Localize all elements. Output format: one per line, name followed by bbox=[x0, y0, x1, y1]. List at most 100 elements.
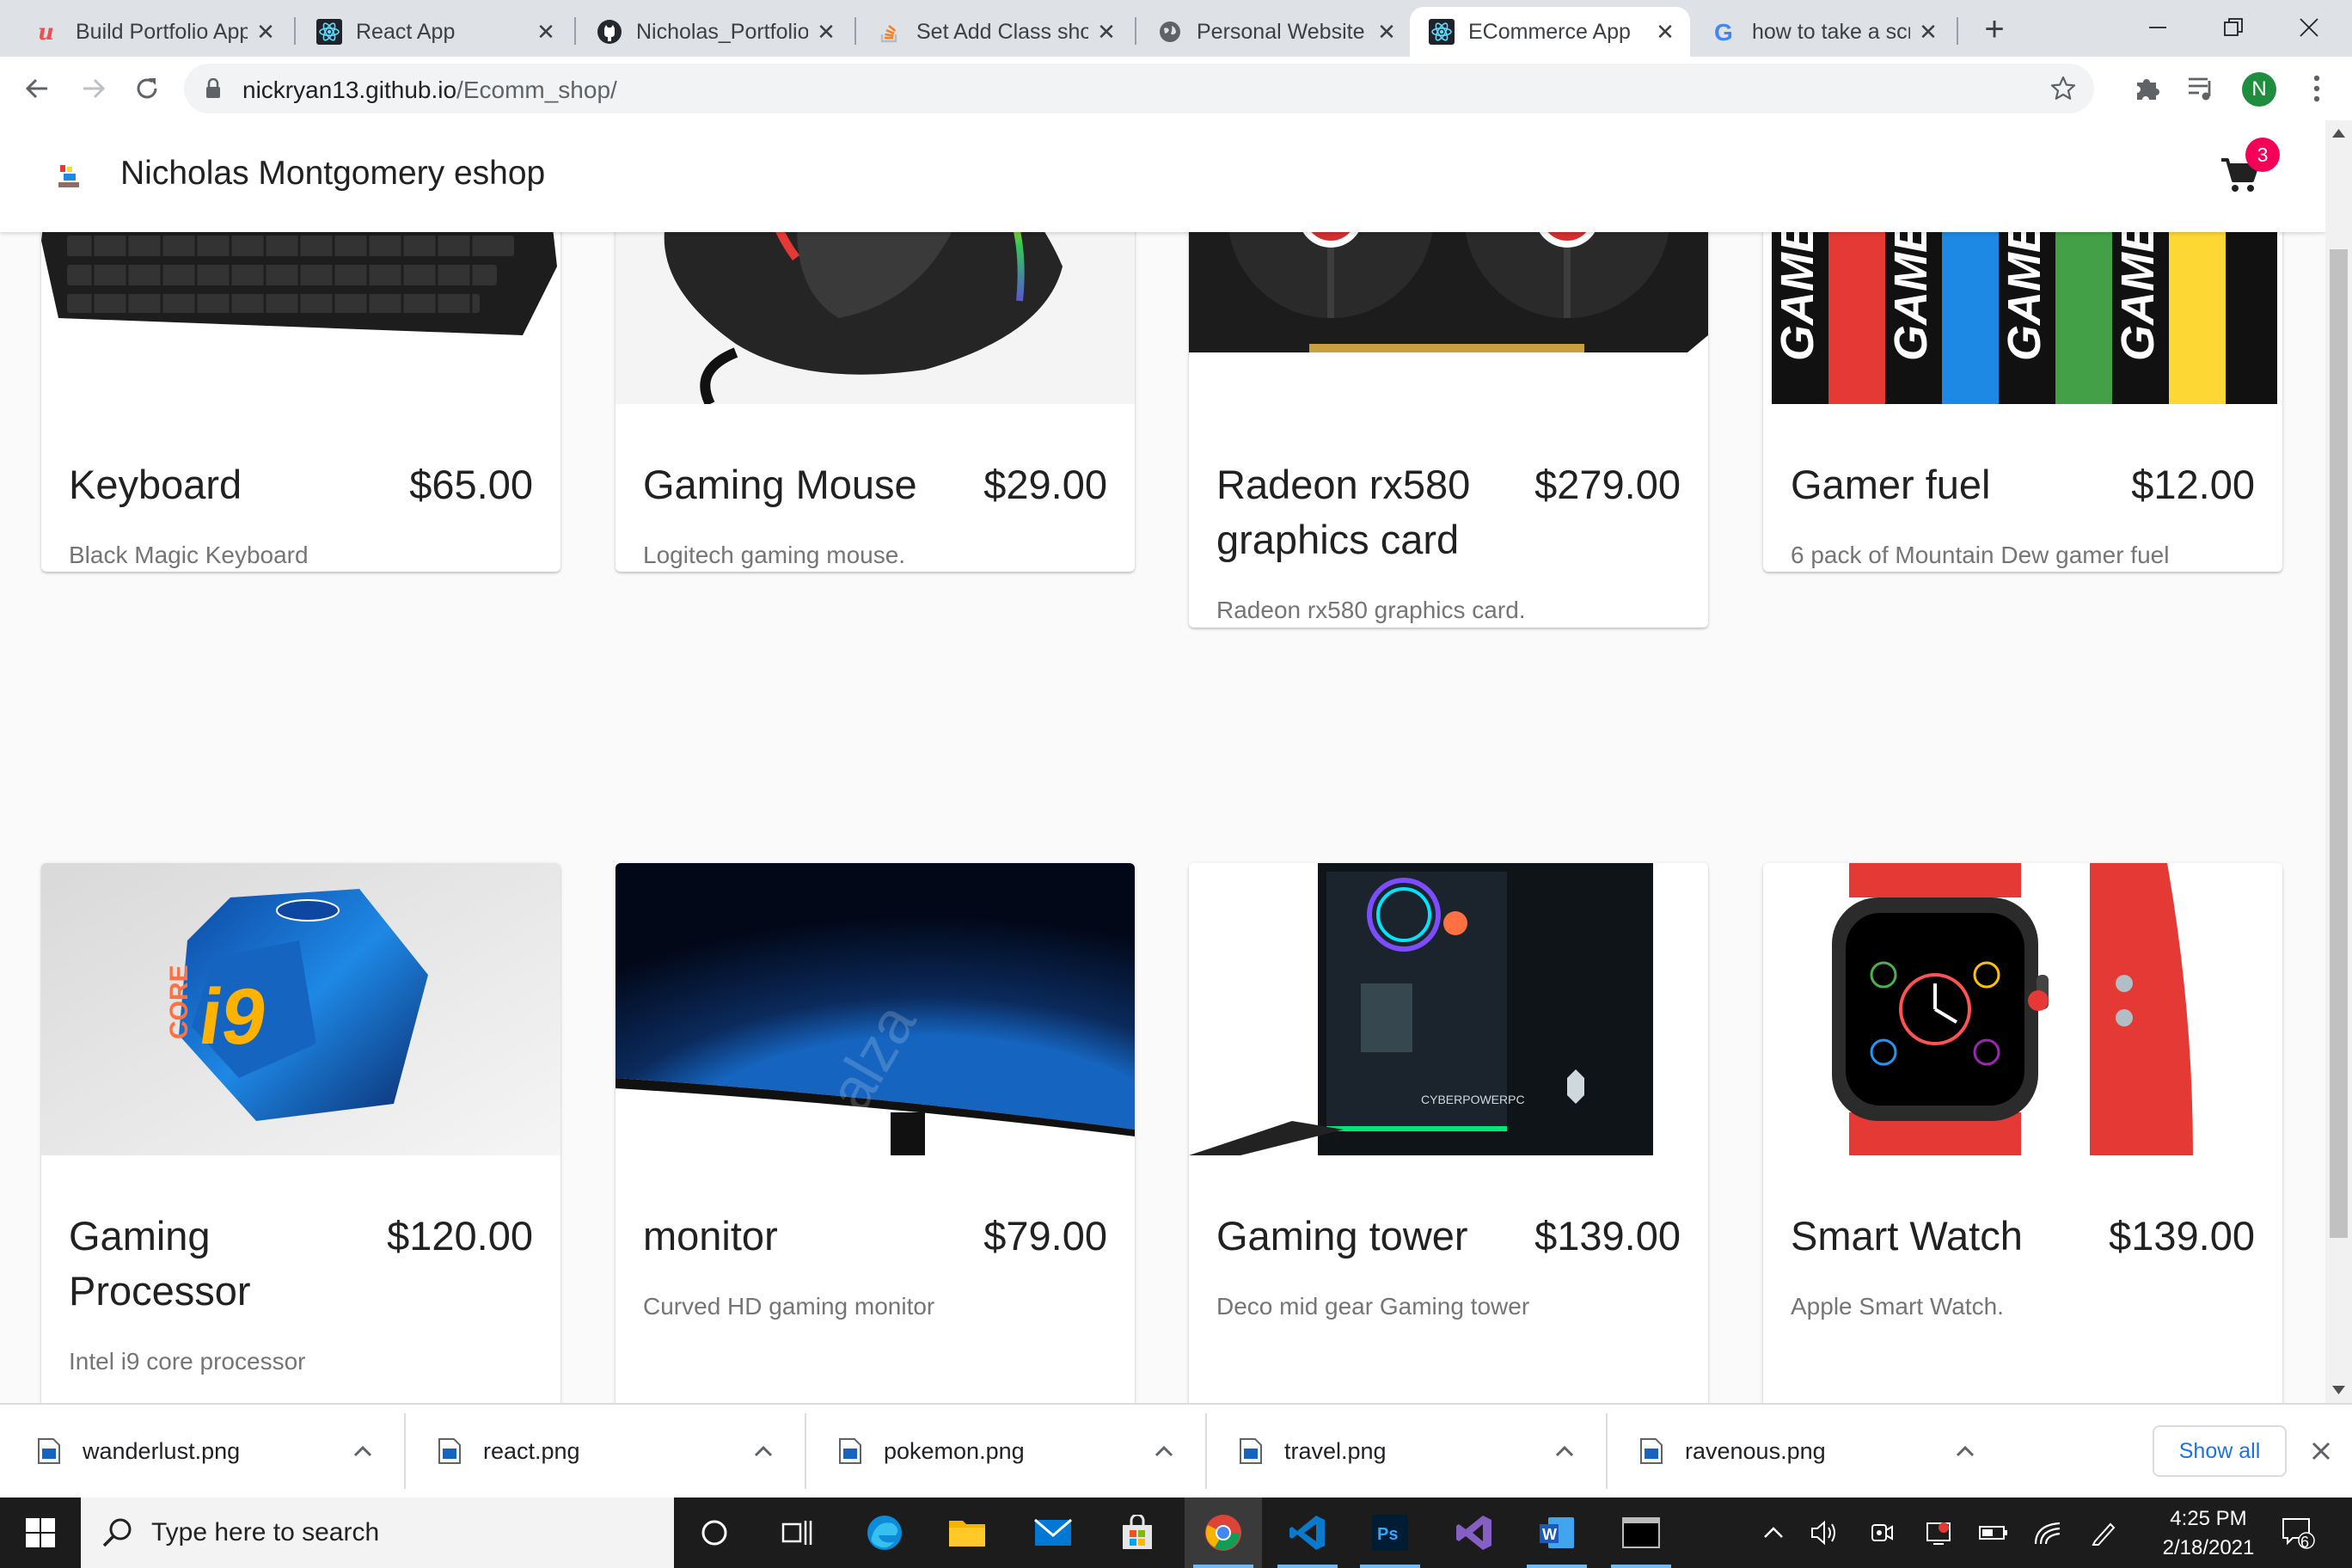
product-description: Deco mid gear Gaming tower bbox=[1216, 1293, 1530, 1320]
clock-time: 4:25 PM bbox=[2170, 1507, 2247, 1530]
close-tab-icon[interactable]: ✕ bbox=[1375, 19, 1398, 45]
wifi-icon[interactable] bbox=[2032, 1516, 2065, 1549]
new-tab-button[interactable]: + bbox=[1977, 10, 2012, 48]
product-price: $29.00 bbox=[983, 462, 1107, 507]
product-description: 6 pack of Mountain Dew gamer fuel bbox=[1791, 542, 2170, 568]
svg-text:W: W bbox=[1542, 1526, 1557, 1543]
reload-button[interactable] bbox=[129, 70, 165, 107]
tab-how-to-take-screenshot[interactable]: G how to take a scre ✕ bbox=[1694, 7, 1953, 57]
media-control-icon[interactable] bbox=[2187, 76, 2216, 101]
system-clock[interactable]: 4:25 PM 2/18/2021 bbox=[2144, 1504, 2273, 1563]
star-icon[interactable] bbox=[2049, 75, 2077, 102]
action-center-button[interactable]: 6 bbox=[2278, 1516, 2318, 1551]
terminal-app-button[interactable] bbox=[1602, 1498, 1680, 1568]
photoshop-app-button[interactable]: Ps bbox=[1351, 1498, 1429, 1568]
show-hidden-icons[interactable] bbox=[1757, 1516, 1790, 1549]
product-description: Black Magic Keyboard bbox=[69, 542, 309, 568]
url-text: nickryan13.github.io/Ecomm_shop/ bbox=[242, 77, 617, 104]
scroll-up-icon[interactable] bbox=[2332, 129, 2345, 138]
address-bar[interactable]: nickryan13.github.io/Ecomm_shop/ bbox=[184, 64, 2094, 113]
screen-capture-icon[interactable] bbox=[1922, 1516, 1955, 1549]
download-filename: wanderlust.png bbox=[83, 1437, 241, 1464]
product-name: Gaming Processor bbox=[69, 1213, 251, 1314]
photoshop-icon: Ps bbox=[1372, 1515, 1408, 1551]
download-item[interactable]: pokemon.png bbox=[801, 1405, 1202, 1498]
word-app-button[interactable]: W bbox=[1518, 1498, 1596, 1568]
edge-app-button[interactable] bbox=[846, 1498, 923, 1568]
app-header: Nicholas Montgomery eshop 3 bbox=[0, 120, 2325, 232]
download-item[interactable]: wanderlust.png bbox=[0, 1405, 401, 1498]
start-button[interactable] bbox=[2, 1498, 79, 1568]
tab-nicholas-portfolio[interactable]: Nicholas_Portfolio ✕ bbox=[578, 7, 851, 57]
product-price: $12.00 bbox=[2131, 462, 2255, 507]
profile-avatar[interactable]: N bbox=[2242, 72, 2276, 107]
chevron-up-icon[interactable] bbox=[1948, 1434, 1982, 1468]
tab-separator bbox=[294, 17, 296, 45]
product-price: $120.00 bbox=[387, 1213, 533, 1259]
svg-text:u: u bbox=[38, 20, 54, 45]
restore-icon bbox=[2224, 18, 2243, 36]
close-tab-icon[interactable]: ✕ bbox=[535, 19, 557, 45]
close-tab-icon[interactable]: ✕ bbox=[1917, 19, 1939, 45]
chevron-up-icon[interactable] bbox=[346, 1434, 380, 1468]
back-button[interactable] bbox=[19, 70, 55, 107]
download-item[interactable]: travel.png bbox=[1202, 1405, 1602, 1498]
restore-button[interactable] bbox=[2194, 0, 2273, 55]
cart-count-badge: 3 bbox=[2245, 138, 2280, 172]
minimize-button[interactable] bbox=[2118, 0, 2197, 55]
close-window-button[interactable] bbox=[2269, 0, 2349, 55]
store-bag-icon bbox=[1123, 1515, 1152, 1549]
task-view-button[interactable] bbox=[758, 1498, 836, 1568]
svg-text:GAME: GAME bbox=[1999, 220, 2050, 361]
show-all-downloads-button[interactable]: Show all bbox=[2153, 1425, 2287, 1477]
store-app-button[interactable] bbox=[1099, 1498, 1176, 1568]
forward-button[interactable] bbox=[76, 70, 112, 107]
extensions-icon[interactable] bbox=[2132, 74, 2161, 103]
tab-title: Set Add Class shor bbox=[916, 19, 1088, 44]
scroll-down-icon[interactable] bbox=[2332, 1386, 2345, 1394]
file-explorer-button[interactable] bbox=[928, 1498, 1006, 1568]
task-view-icon bbox=[781, 1521, 812, 1545]
meet-now-icon[interactable] bbox=[1865, 1516, 1898, 1549]
tab-ecommerce-app[interactable]: ECommerce App ✕ bbox=[1410, 7, 1690, 57]
page-scrollbar[interactable] bbox=[2325, 120, 2352, 1403]
close-tab-icon[interactable]: ✕ bbox=[1654, 19, 1676, 45]
url-host: nickryan13.github.io bbox=[242, 77, 457, 103]
close-tab-icon[interactable]: ✕ bbox=[815, 19, 837, 45]
more-menu-icon[interactable] bbox=[2312, 74, 2321, 103]
download-filename: ravenous.png bbox=[1685, 1437, 1826, 1464]
svg-text:GAME: GAME bbox=[2112, 220, 2164, 361]
chevron-up-icon[interactable] bbox=[746, 1434, 781, 1468]
tab-personal-website[interactable]: Personal Website ✕ bbox=[1138, 7, 1412, 57]
mail-app-button[interactable] bbox=[1014, 1498, 1092, 1568]
vscode-app-button[interactable] bbox=[1269, 1498, 1346, 1568]
chrome-app-button[interactable] bbox=[1185, 1498, 1262, 1568]
cortana-button[interactable] bbox=[676, 1498, 753, 1568]
github-icon bbox=[597, 19, 622, 45]
scrollbar-thumb[interactable] bbox=[2330, 249, 2348, 1238]
clock-date: 2/18/2021 bbox=[2162, 1536, 2255, 1559]
arrow-left-icon bbox=[25, 78, 47, 99]
tab-build-portfolio[interactable]: u Build Portfolio App ✕ bbox=[17, 7, 291, 57]
tab-set-add-class[interactable]: Set Add Class shor ✕ bbox=[858, 7, 1131, 57]
tab-react-app[interactable]: React App ✕ bbox=[297, 7, 571, 57]
vscode-icon bbox=[1289, 1516, 1325, 1550]
pen-workspace-icon[interactable] bbox=[2087, 1516, 2120, 1549]
chevron-up-icon[interactable] bbox=[1547, 1434, 1582, 1468]
close-downloads-button[interactable] bbox=[2304, 1434, 2338, 1468]
svg-text:i9: i9 bbox=[194, 971, 273, 1060]
volume-icon[interactable] bbox=[1809, 1516, 1841, 1549]
close-tab-icon[interactable]: ✕ bbox=[1095, 19, 1118, 45]
page-viewport: Nicholas Montgomery eshop 3 Keyboard $65… bbox=[0, 120, 2325, 1403]
product-card-gaming-processor: i9 CORE Gaming Processor $120.00 Intel i9… bbox=[41, 863, 560, 1403]
tab-title: React App bbox=[356, 19, 456, 44]
battery-icon[interactable] bbox=[1977, 1516, 2010, 1549]
download-item[interactable]: ravenous.png bbox=[1602, 1405, 2003, 1498]
close-tab-icon[interactable]: ✕ bbox=[254, 19, 277, 45]
chevron-up-icon[interactable] bbox=[1147, 1434, 1181, 1468]
stackoverflow-icon bbox=[877, 19, 903, 45]
taskbar-search-box[interactable]: Type here to search bbox=[81, 1498, 674, 1568]
download-item[interactable]: react.png bbox=[401, 1405, 801, 1498]
search-placeholder: Type here to search bbox=[151, 1518, 380, 1547]
visual-studio-app-button[interactable] bbox=[1436, 1498, 1513, 1568]
